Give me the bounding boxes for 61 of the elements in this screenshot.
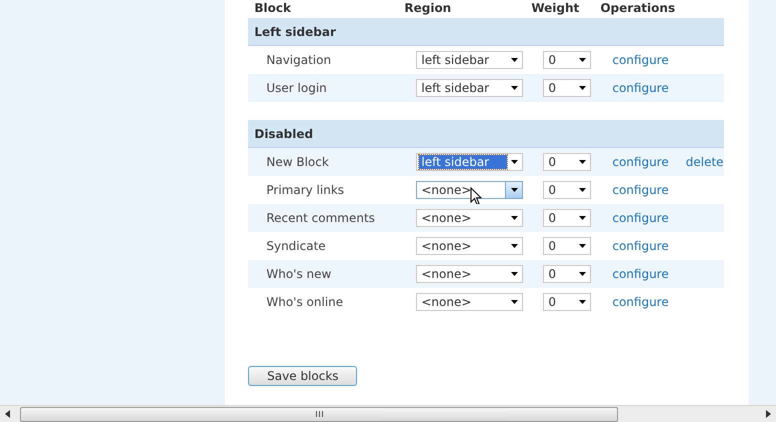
- caret-icon: [510, 188, 518, 192]
- block-name: Who's online: [266, 295, 344, 309]
- block-name: New Block: [266, 155, 330, 169]
- weight-select[interactable]: 0: [543, 79, 592, 97]
- block-name: Syndicate: [266, 239, 327, 253]
- block-name: Navigation: [266, 53, 332, 67]
- column-header: Region: [404, 1, 452, 15]
- caret-icon: [578, 86, 586, 90]
- horizontal-scrollbar[interactable]: [0, 405, 776, 422]
- grip-icon: [316, 411, 322, 417]
- column-header: Weight: [531, 1, 580, 15]
- caret-icon: [511, 160, 518, 164]
- caret-icon: [510, 216, 518, 220]
- region-select[interactable]: <none>: [416, 265, 524, 283]
- weight-select[interactable]: 0: [543, 265, 592, 283]
- caret-icon: [578, 216, 586, 220]
- save-button[interactable]: Save blocks: [248, 366, 358, 386]
- caret-icon: [510, 272, 518, 276]
- operation-link[interactable]: configure: [612, 239, 669, 253]
- operation-link[interactable]: configure: [612, 295, 669, 309]
- group-title: Disabled: [254, 126, 314, 140]
- operation-link[interactable]: configure: [612, 267, 669, 281]
- scroll-right-icon[interactable]: [764, 410, 772, 418]
- scroll-left-icon[interactable]: [4, 410, 12, 418]
- caret-icon: [578, 188, 586, 192]
- region-select[interactable]: <none>: [416, 293, 524, 311]
- block-name: User login: [266, 81, 328, 95]
- weight-select[interactable]: 0: [543, 209, 592, 227]
- operation-link[interactable]: configure: [612, 183, 669, 197]
- caret-icon: [510, 244, 518, 248]
- weight-select[interactable]: 0: [543, 51, 592, 69]
- caret-icon: [578, 300, 586, 304]
- operation-link[interactable]: delete: [686, 155, 724, 169]
- caret-icon: [578, 272, 586, 276]
- operation-link[interactable]: configure: [612, 155, 669, 169]
- operation-link[interactable]: configure: [612, 81, 669, 95]
- caret-icon: [578, 58, 586, 62]
- caret-icon: [510, 86, 518, 90]
- weight-select[interactable]: 0: [543, 293, 592, 311]
- caret-icon: [578, 244, 586, 248]
- caret-icon: [510, 58, 518, 62]
- block-name: Recent comments: [266, 211, 376, 225]
- operation-link[interactable]: configure: [612, 211, 669, 225]
- caret-icon: [578, 160, 586, 164]
- group-title: Left sidebar: [254, 24, 336, 38]
- scrollbar-thumb[interactable]: [20, 406, 618, 422]
- region-select[interactable]: <none>: [416, 181, 524, 199]
- block-name: Primary links: [266, 183, 346, 197]
- region-select[interactable]: left sidebar: [416, 51, 524, 69]
- caret-icon: [510, 300, 518, 304]
- column-header: Operations: [600, 1, 676, 15]
- weight-select[interactable]: 0: [543, 153, 592, 171]
- block-name: Who's new: [266, 267, 332, 281]
- weight-select[interactable]: 0: [543, 181, 592, 199]
- region-select[interactable]: <none>: [416, 209, 524, 227]
- region-select[interactable]: left sidebar: [416, 153, 524, 171]
- weight-select[interactable]: 0: [543, 237, 592, 255]
- operation-link[interactable]: configure: [612, 53, 669, 67]
- column-header: Block: [254, 1, 292, 15]
- region-select[interactable]: left sidebar: [416, 79, 524, 97]
- region-select[interactable]: <none>: [416, 237, 524, 255]
